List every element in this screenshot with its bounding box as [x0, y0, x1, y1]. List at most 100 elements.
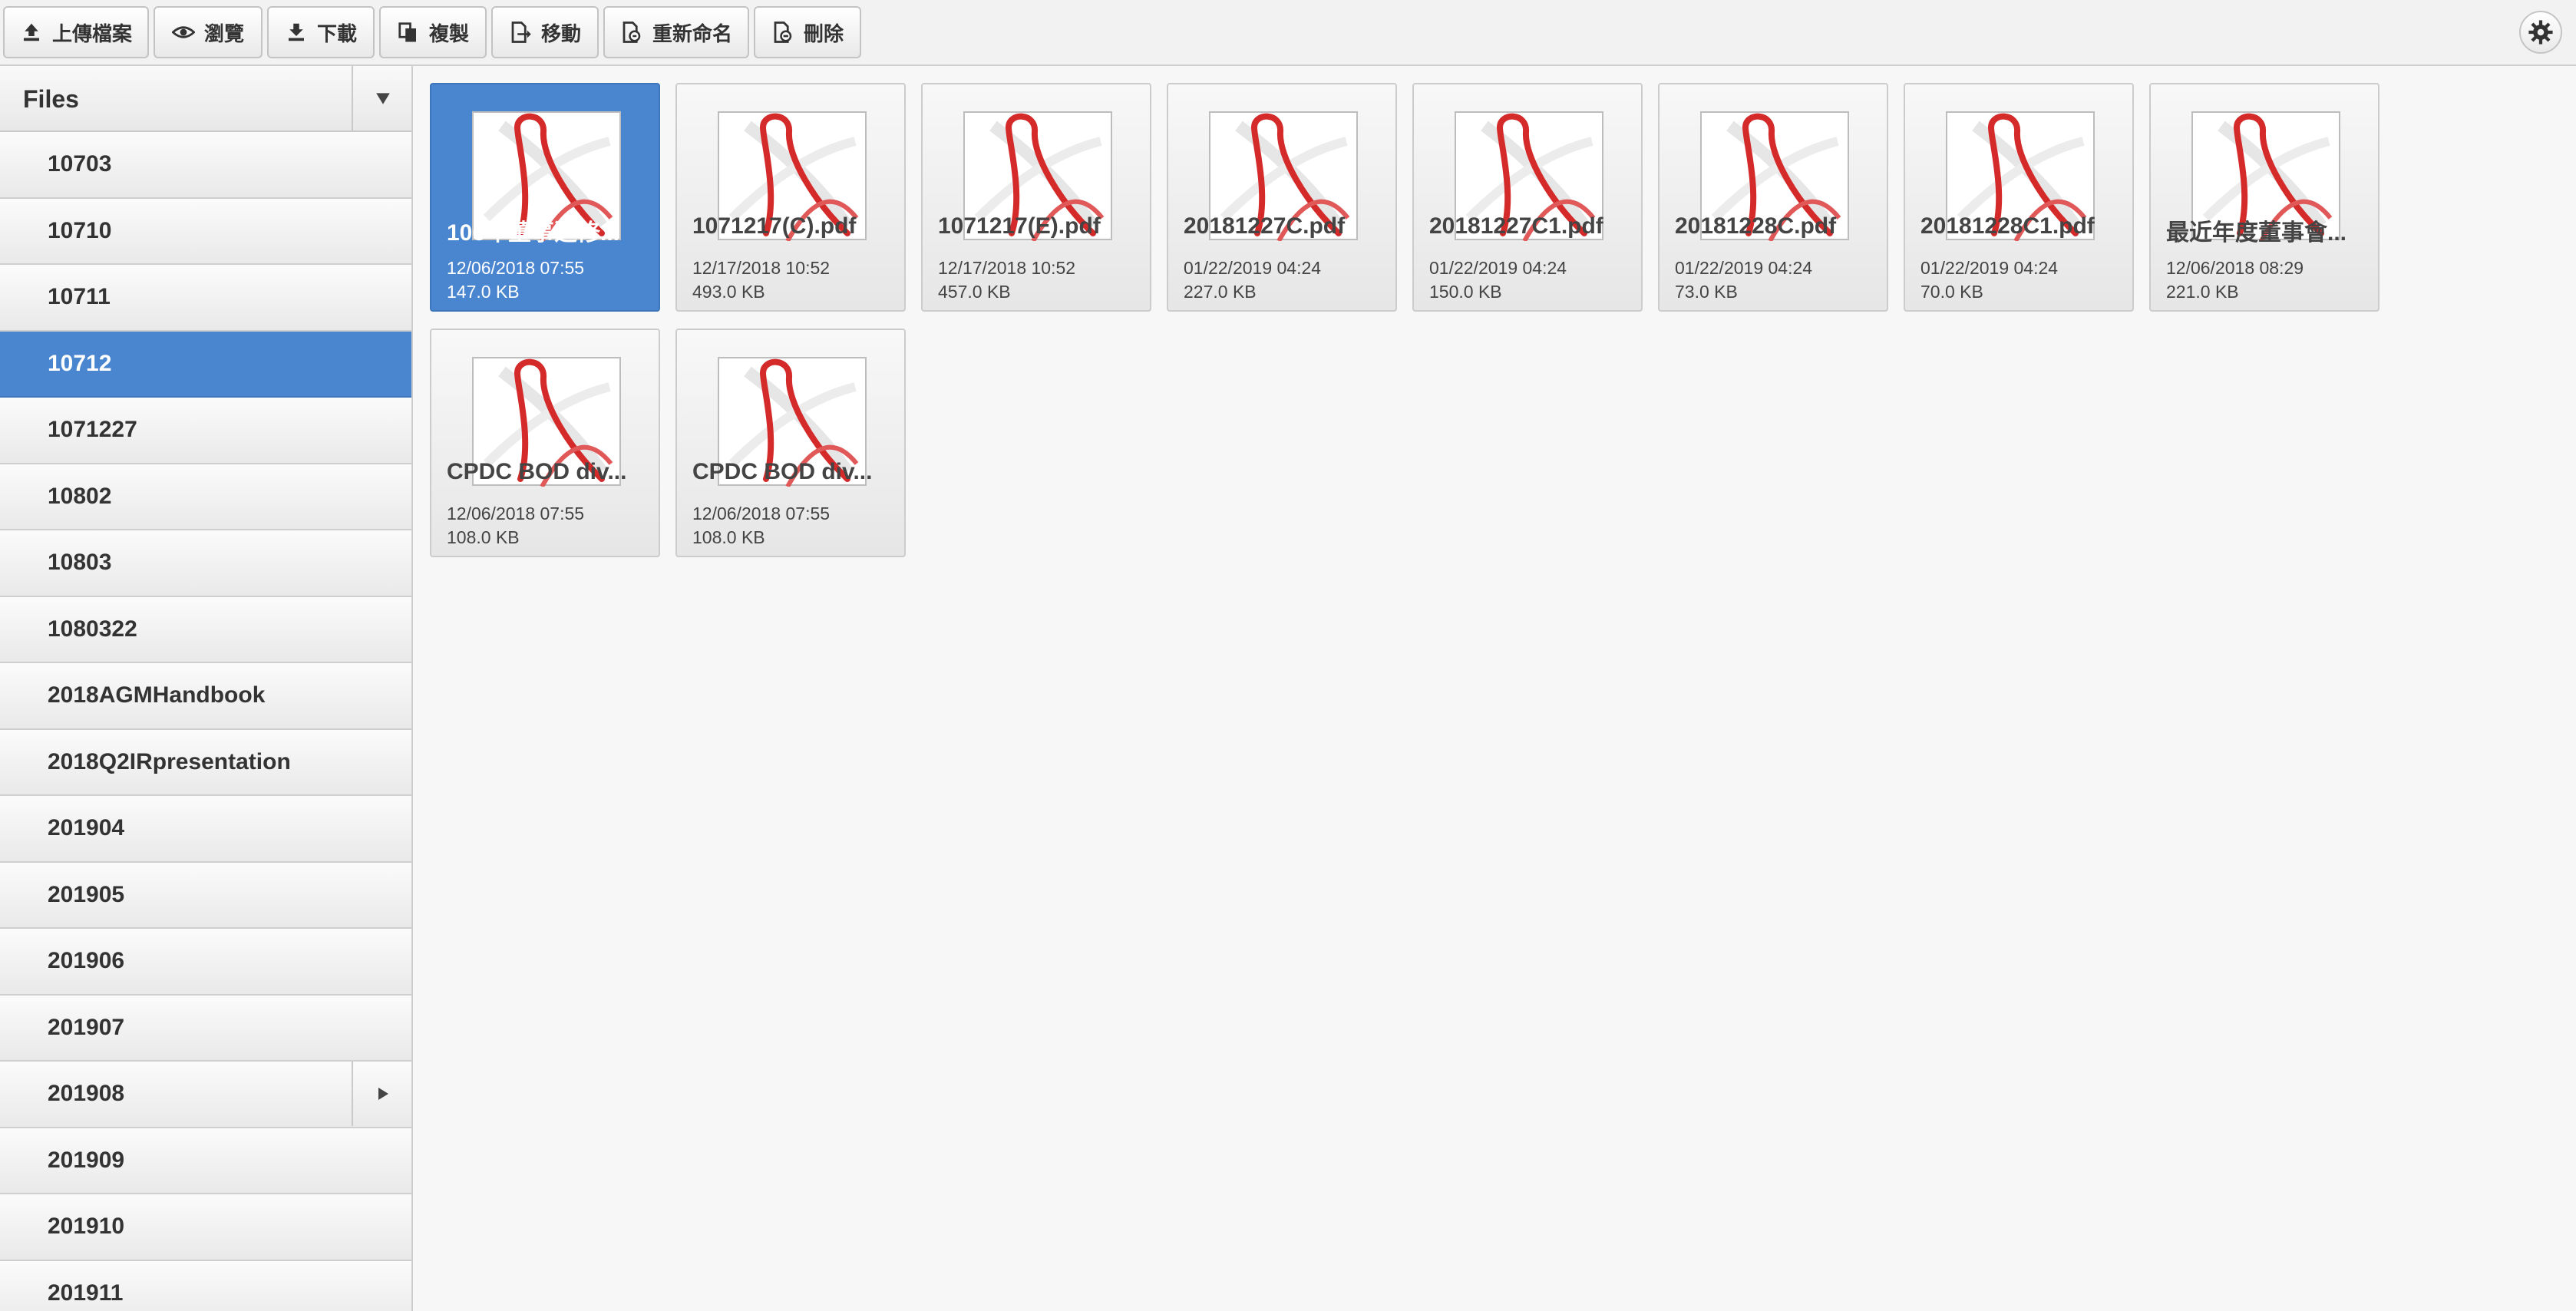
- folder-item[interactable]: 201906: [0, 929, 411, 996]
- folder-item[interactable]: 201904: [0, 796, 411, 863]
- file-name: 20181227C.pdf: [1184, 213, 1346, 239]
- file-size: 147.0 KB: [447, 282, 520, 302]
- folder-item[interactable]: 10802: [0, 464, 411, 530]
- upload-icon: [23, 23, 39, 41]
- folder-item-label: 10712: [48, 350, 112, 376]
- folder-item-label: 10802: [48, 483, 112, 509]
- folder-item-label: 201908: [48, 1081, 125, 1106]
- folder-item-label: 10710: [48, 217, 112, 243]
- file-date: 12/06/2018 07:55: [447, 504, 585, 523]
- upload-button-label: 上傳檔案: [51, 21, 132, 45]
- folder-item[interactable]: 201905: [0, 862, 411, 929]
- folder-item[interactable]: 1080322: [0, 596, 411, 663]
- file-tile[interactable]: 20181228C.pdf 01/22/2019 04:24 73.0 KB: [1658, 83, 1888, 312]
- rename-button[interactable]: 重新命名: [603, 6, 749, 58]
- folder-item[interactable]: 201911: [0, 1260, 411, 1311]
- file-name: 20181228C1.pdf: [1920, 213, 2095, 239]
- move-button[interactable]: 移動: [491, 6, 599, 58]
- delete-button[interactable]: 刪除: [754, 6, 861, 58]
- files-root-title: Files: [23, 85, 79, 113]
- file-size: 221.0 KB: [2166, 282, 2239, 302]
- download-button[interactable]: 下載: [267, 6, 375, 58]
- folder-item[interactable]: 201909: [0, 1128, 411, 1194]
- copy-button[interactable]: 複製: [379, 6, 487, 58]
- folder-item-label: 10711: [48, 284, 111, 309]
- file-tile[interactable]: CPDC BOD div... 12/06/2018 07:55 108.0 KB: [675, 329, 906, 557]
- folder-item[interactable]: 201910: [0, 1194, 411, 1261]
- view-button[interactable]: 瀏覽: [154, 6, 263, 58]
- triangle-down-icon: [376, 93, 390, 104]
- folder-sidebar: Files 10703 10710 10711 10712 1071227 10802 10…: [0, 66, 413, 1311]
- folder-item-label: 2018AGMHandbook: [48, 682, 266, 708]
- folder-item[interactable]: 10711: [0, 265, 411, 332]
- folder-item[interactable]: 10712: [0, 331, 411, 398]
- folder-item[interactable]: 10703: [0, 132, 411, 199]
- file-date: 12/06/2018 07:55: [447, 258, 585, 278]
- folder-item-label: 201910: [48, 1214, 125, 1239]
- file-grid: 106年董事進修... 12/06/2018 07:55 147.0 KB 1071…: [413, 66, 2576, 1311]
- file-date: 01/22/2019 04:24: [1429, 258, 1567, 278]
- file-tile[interactable]: 20181227C.pdf 01/22/2019 04:24 227.0 KB: [1167, 83, 1397, 312]
- file-tile[interactable]: 20181227C1.pdf 01/22/2019 04:24 150.0 KB: [1412, 83, 1643, 312]
- move-button-label: 移動: [540, 21, 581, 45]
- file-date: 12/17/2018 10:52: [938, 258, 1076, 278]
- folder-item[interactable]: 2018Q2IRpresentation: [0, 729, 411, 796]
- folder-item-label: 2018Q2IRpresentation: [48, 748, 291, 774]
- file-date: 01/22/2019 04:24: [1920, 258, 2059, 278]
- folder-item-label: 201906: [48, 948, 125, 973]
- eye-icon: [171, 26, 195, 38]
- file-size: 70.0 KB: [1920, 282, 1983, 302]
- file-name: 20181227C1.pdf: [1429, 213, 1603, 239]
- folder-item-label: 201905: [48, 881, 125, 907]
- folder-item-label: 201909: [48, 1147, 125, 1173]
- folder-expand-toggle[interactable]: [352, 1062, 411, 1126]
- file-tile[interactable]: 1071217(C).pdf 12/17/2018 10:52 493.0 KB: [675, 83, 906, 312]
- file-size: 493.0 KB: [692, 282, 765, 302]
- files-dropdown-toggle[interactable]: [352, 66, 411, 130]
- folder-item[interactable]: 201907: [0, 995, 411, 1062]
- folder-item-label: 10803: [48, 550, 112, 575]
- file-date: 01/22/2019 04:24: [1184, 258, 1322, 278]
- file-date: 01/22/2019 04:24: [1675, 258, 1813, 278]
- download-button-label: 下載: [316, 21, 357, 45]
- delete-button-label: 刪除: [803, 21, 844, 45]
- file-name: 106年董事進修...: [447, 220, 620, 246]
- file-size: 457.0 KB: [938, 282, 1011, 302]
- settings-button[interactable]: [2519, 11, 2562, 54]
- file-name: 20181228C.pdf: [1675, 213, 1837, 239]
- file-size: 150.0 KB: [1429, 282, 1502, 302]
- gear-icon: [2528, 20, 2553, 45]
- files-root-header[interactable]: Files: [0, 66, 411, 132]
- folder-item[interactable]: 10710: [0, 198, 411, 265]
- folder-item-label: 201904: [48, 815, 125, 840]
- copy-icon: [398, 22, 416, 42]
- upload-button[interactable]: 上傳檔案: [3, 6, 149, 58]
- file-size: 73.0 KB: [1675, 282, 1738, 302]
- folder-item-label: 1071227: [48, 417, 137, 442]
- delete-icon: [774, 21, 792, 43]
- file-tile[interactable]: CPDC BOD div... 12/06/2018 07:55 108.0 KB: [430, 329, 660, 557]
- folder-item-label: 201907: [48, 1014, 125, 1040]
- file-date: 12/17/2018 10:52: [692, 258, 831, 278]
- file-name: 1071217(C).pdf: [692, 213, 857, 239]
- file-tile[interactable]: 20181228C1.pdf 01/22/2019 04:24 70.0 KB: [1904, 83, 2134, 312]
- folder-item[interactable]: 10803: [0, 530, 411, 597]
- file-name: CPDC BOD div...: [692, 459, 873, 484]
- move-icon: [511, 21, 531, 43]
- file-date: 12/06/2018 07:55: [692, 504, 831, 523]
- file-tile[interactable]: 1071217(E).pdf 12/17/2018 10:52 457.0 KB: [921, 83, 1151, 312]
- view-button-label: 瀏覽: [203, 21, 244, 45]
- file-tile[interactable]: 最近年度董事會... 12/06/2018 08:29 221.0 KB: [2149, 83, 2379, 312]
- folder-item[interactable]: 201908: [0, 1062, 411, 1128]
- folder-item-label: 1080322: [48, 616, 137, 642]
- file-size: 227.0 KB: [1184, 282, 1257, 302]
- file-tile[interactable]: 106年董事進修... 12/06/2018 07:55 147.0 KB: [430, 83, 660, 312]
- file-name: 1071217(E).pdf: [938, 213, 1101, 239]
- file-size: 108.0 KB: [447, 527, 520, 547]
- folder-item[interactable]: 2018AGMHandbook: [0, 663, 411, 730]
- rename-button-label: 重新命名: [652, 21, 732, 45]
- triangle-right-icon: [378, 1088, 388, 1100]
- toolbar: 上傳檔案 瀏覽 下載 複製 移動 重新命名 刪除: [0, 0, 2576, 66]
- folder-item[interactable]: 1071227: [0, 398, 411, 464]
- file-name: CPDC BOD div...: [447, 459, 627, 484]
